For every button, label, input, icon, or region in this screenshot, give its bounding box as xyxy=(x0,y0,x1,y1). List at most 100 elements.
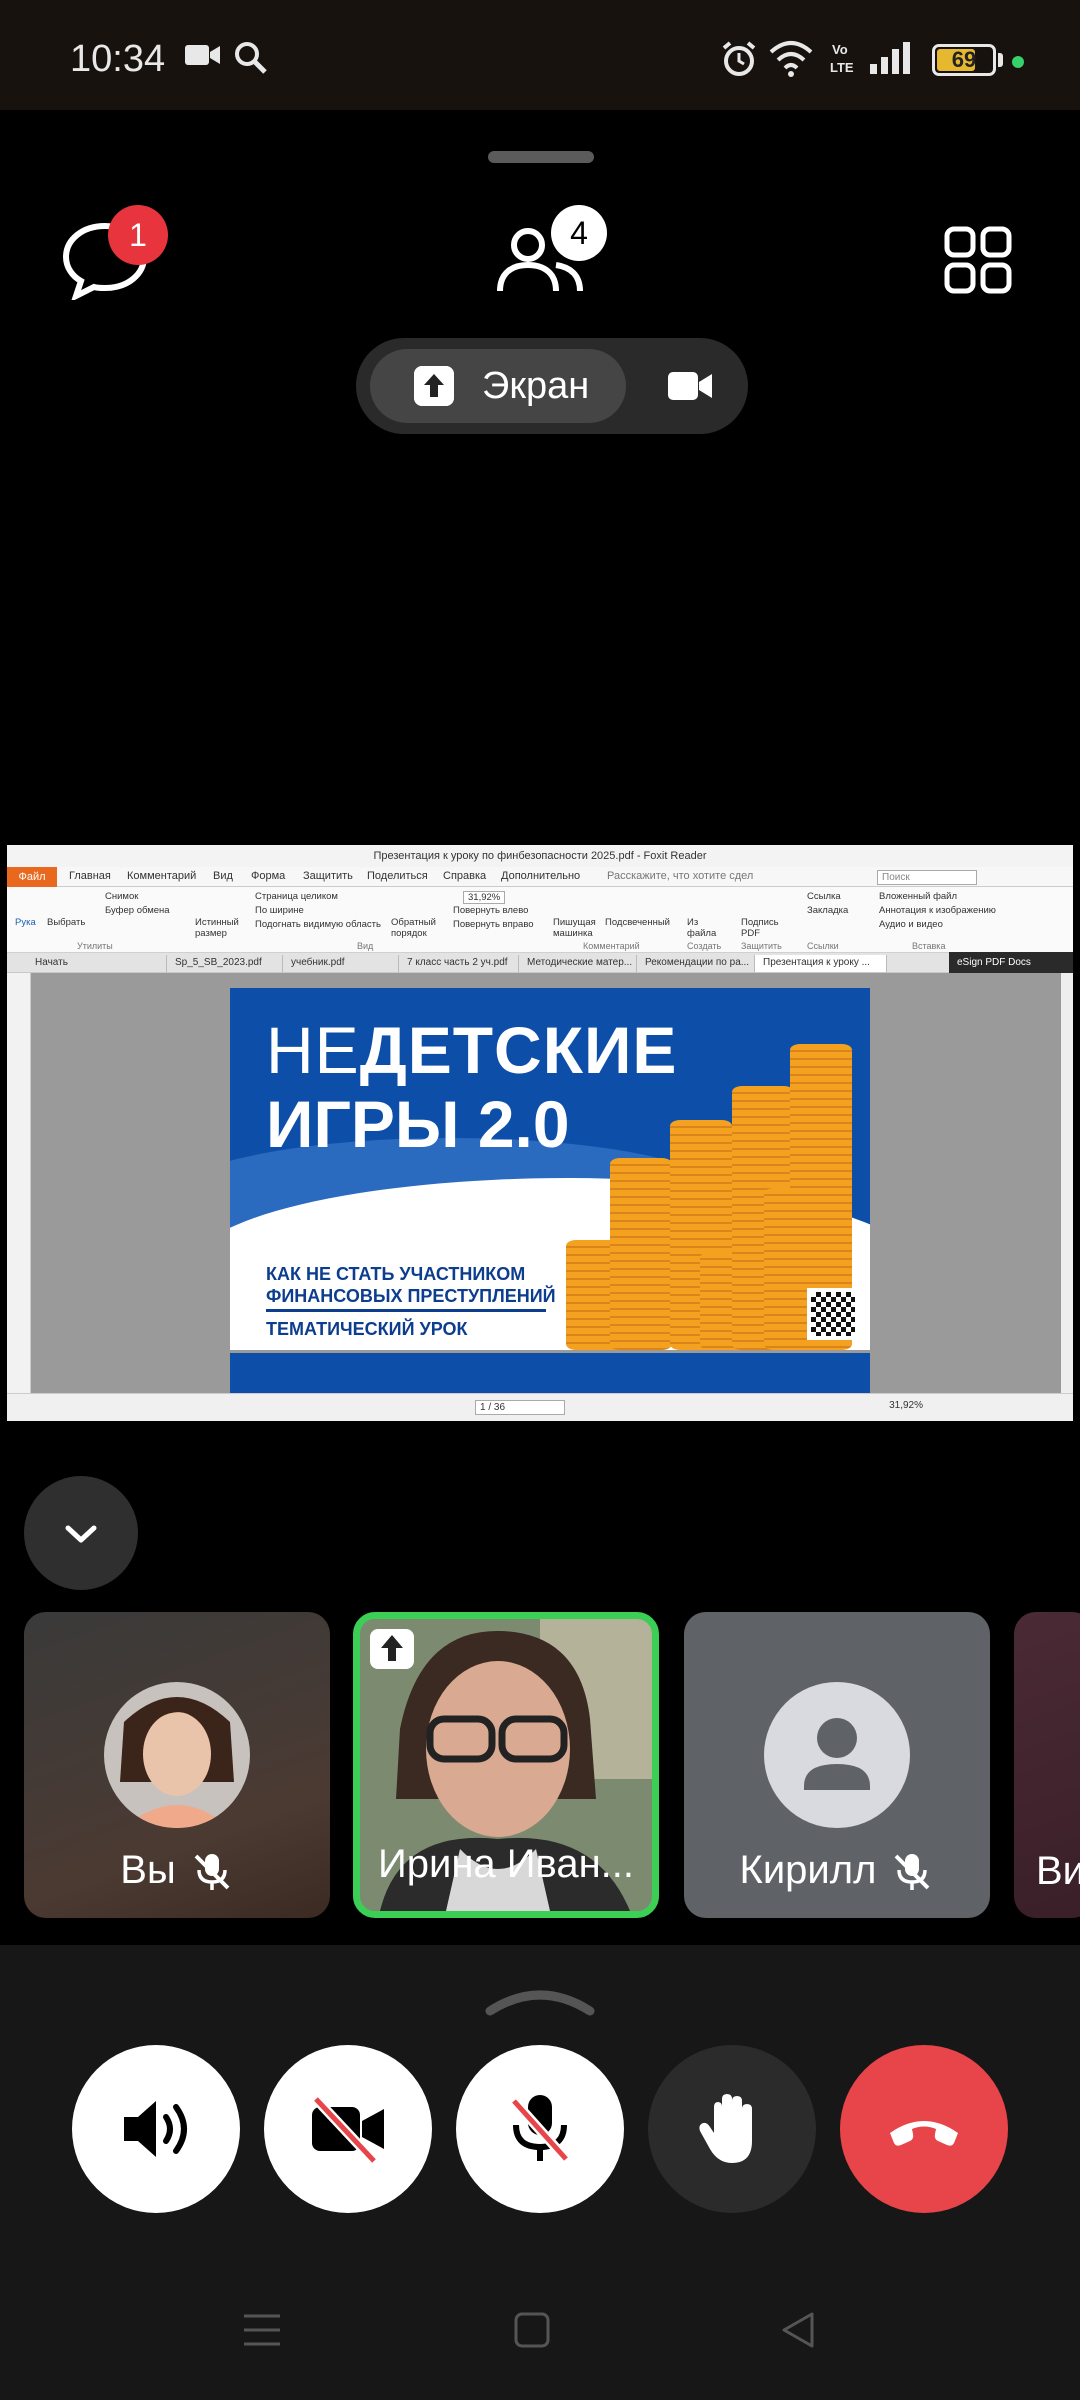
rotate-left-tool[interactable]: Повернуть влево xyxy=(453,905,528,916)
mic-off-icon xyxy=(194,1854,230,1890)
fit-visible-tool[interactable]: Подогнать видимую область xyxy=(255,919,381,930)
video-off-icon xyxy=(312,2095,384,2165)
participant-name: Ви xyxy=(1036,1849,1080,1893)
participant-tile-partial[interactable]: Ви xyxy=(1014,1612,1080,1918)
participant-name: Ирина Иван... xyxy=(377,1842,634,1886)
participant-name: Вы xyxy=(24,1848,330,1894)
doc-tab[interactable]: Рекомендации по ра... xyxy=(637,955,755,972)
chevron-up-icon[interactable] xyxy=(484,1983,596,2017)
image-annotation-tool[interactable]: Аннотация к изображению xyxy=(879,905,996,916)
slide-subtitle: КАК НЕ СТАТЬ УЧАСТНИКОМ ФИНАНСОВЫХ ПРЕСТ… xyxy=(266,1264,556,1306)
actual-size-tool[interactable]: Истинный размер xyxy=(195,917,239,939)
video-toggle-button[interactable] xyxy=(264,2045,432,2213)
audio-video-tool[interactable]: Аудио и видео xyxy=(879,919,943,930)
battery-indicator: 69 xyxy=(932,44,996,76)
menu-item[interactable]: Форма xyxy=(251,870,285,882)
menu-item[interactable]: Дополнительно xyxy=(501,870,580,882)
alarm-icon xyxy=(722,41,756,76)
menu-item[interactable]: Поделиться xyxy=(367,870,428,882)
pdf-status-bar: 1 / 36 31,92% xyxy=(7,1393,1073,1421)
slide-divider xyxy=(266,1309,546,1312)
charging-dot xyxy=(1012,56,1024,68)
doc-tab-active[interactable]: Презентация к уроку ... xyxy=(755,955,887,972)
rotate-right-tool[interactable]: Повернуть вправо xyxy=(453,919,534,930)
highlight-tool[interactable]: Подсвеченный xyxy=(605,917,670,928)
doc-tab[interactable]: учебник.pdf xyxy=(283,955,399,972)
zoom-input[interactable]: 31,92% xyxy=(463,891,506,904)
battery-level: 69 xyxy=(951,47,977,72)
menu-icon[interactable] xyxy=(242,2310,282,2350)
screen-record-icon xyxy=(185,45,220,65)
end-call-button[interactable] xyxy=(840,2045,1008,2213)
battery-tip xyxy=(998,53,1003,67)
collapse-button[interactable] xyxy=(24,1476,138,1590)
hang-up-icon xyxy=(890,2121,958,2146)
page-indicator[interactable]: 1 / 36 xyxy=(475,1400,565,1415)
select-tool[interactable]: Выбрать xyxy=(47,917,85,928)
clipboard-tool[interactable]: Буфер обмена xyxy=(105,905,170,916)
ribbon-group-label: Ссылки xyxy=(807,941,839,951)
participant-tile-kirill[interactable]: Кирилл xyxy=(684,1612,990,1918)
reverse-order-tool[interactable]: Обратный порядок xyxy=(391,917,437,939)
link-tool[interactable]: Ссылка xyxy=(807,891,841,902)
slide-title: НЕДЕТСКИЕ xyxy=(266,1012,677,1088)
back-icon[interactable] xyxy=(778,2310,818,2350)
status-zoom[interactable]: 31,92% xyxy=(889,1400,923,1411)
media-toggle: Экран xyxy=(356,338,748,434)
doc-tab[interactable]: Начать xyxy=(27,955,167,972)
hand-icon xyxy=(699,2094,752,2163)
slide-title-bold: ДЕТСКИЕ xyxy=(359,1013,678,1087)
menu-item[interactable]: Комментарий xyxy=(127,870,196,882)
menu-item[interactable]: Вид xyxy=(213,870,233,882)
participant-tile-self[interactable]: Вы xyxy=(24,1612,330,1918)
participant-tile-active[interactable]: Ирина Иван... xyxy=(353,1612,659,1918)
slide-title-thin: НЕ xyxy=(266,1013,360,1087)
fit-width-tool[interactable]: По ширине xyxy=(255,905,304,916)
drag-handle[interactable] xyxy=(488,151,594,163)
chat-unread-badge: 1 xyxy=(108,205,168,265)
slide-lesson-label: ТЕМАТИЧЕСКИЙ УРОК xyxy=(266,1319,468,1339)
typewriter-tool[interactable]: Пишущая машинка xyxy=(553,917,599,939)
upload-icon xyxy=(414,366,454,406)
ribbon-group-label: Защитить xyxy=(741,941,782,951)
menu-file[interactable]: Файл xyxy=(7,867,57,887)
esign-banner[interactable]: eSign PDF Docs xyxy=(949,952,1073,974)
side-panel[interactable] xyxy=(7,973,31,1393)
mic-off-icon xyxy=(510,2095,570,2163)
wifi-icon xyxy=(769,41,813,77)
doc-tab[interactable]: 7 класс часть 2 уч.pdf xyxy=(399,955,519,972)
hand-tool[interactable]: Рука xyxy=(15,917,36,928)
camera-icon[interactable] xyxy=(666,368,714,404)
pdf-search-input[interactable]: Поиск xyxy=(877,870,977,885)
slide-page-2 xyxy=(230,1353,870,1393)
participants-count-badge: 4 xyxy=(551,205,607,261)
tell-me-box[interactable]: Расскажите, что хотите сдел xyxy=(607,870,753,882)
snapshot-tool[interactable]: Снимок xyxy=(105,891,138,902)
shared-screen[interactable]: Презентация к уроку по финбезопасности 2… xyxy=(7,845,1073,1421)
sign-pdf-tool[interactable]: Подпись PDF xyxy=(741,917,781,939)
from-file-tool[interactable]: Из файла xyxy=(687,917,717,939)
home-icon[interactable] xyxy=(512,2310,552,2350)
doc-tab[interactable]: Sp_5_SB_2023.pdf xyxy=(167,955,283,972)
ribbon-group-label: Утилиты xyxy=(77,941,113,951)
menu-item[interactable]: Справка xyxy=(443,870,486,882)
search-icon xyxy=(235,42,267,74)
bookmark-tool[interactable]: Закладка xyxy=(807,905,848,916)
speaker-button[interactable] xyxy=(72,2045,240,2213)
status-bar: 10:34 Vo LTE 69 xyxy=(0,0,1080,110)
ribbon-group-label: Комментарий xyxy=(583,941,640,951)
window-title: Презентация к уроку по финбезопасности 2… xyxy=(7,845,1073,867)
mic-toggle-button[interactable] xyxy=(456,2045,624,2213)
raise-hand-button[interactable] xyxy=(648,2045,816,2213)
screen-share-button[interactable]: Экран xyxy=(370,349,626,423)
attached-file-tool[interactable]: Вложенный файл xyxy=(879,891,957,902)
svg-text:LTE: LTE xyxy=(830,60,854,75)
menu-item[interactable]: Защитить xyxy=(303,870,353,882)
full-page-tool[interactable]: Страница целиком xyxy=(255,891,338,902)
menu-item[interactable]: Главная xyxy=(69,870,111,882)
slide-page-1: НЕДЕТСКИЕ ИГРЫ 2.0 КАК НЕ СТАТЬ УЧАСТНИК… xyxy=(230,988,870,1350)
avatar xyxy=(104,1682,250,1828)
grid-view-icon[interactable] xyxy=(944,226,1012,294)
vertical-scrollbar[interactable] xyxy=(1061,973,1073,1393)
doc-tab[interactable]: Методические матер... xyxy=(519,955,637,972)
